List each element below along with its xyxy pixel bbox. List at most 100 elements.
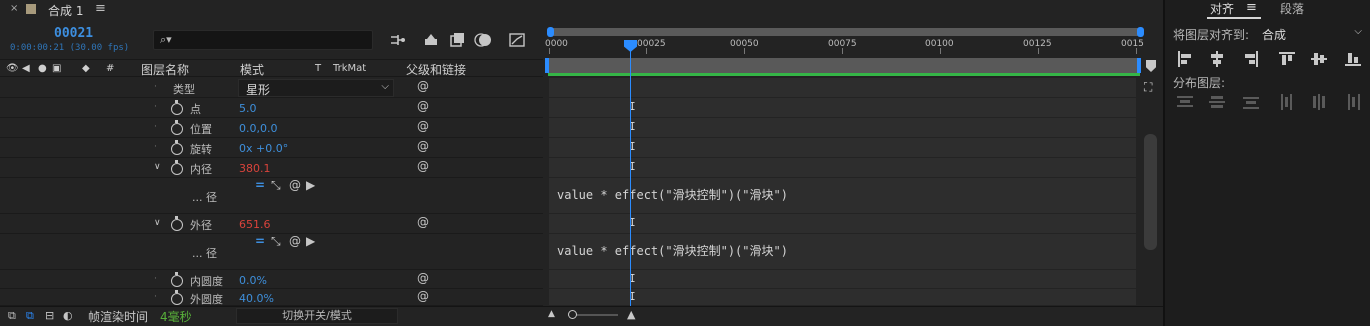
active-tab-underline [1207, 17, 1261, 19]
expression-enable-icon[interactable]: = [255, 178, 265, 192]
property-value[interactable]: 380.1 [239, 162, 271, 175]
expression-graph-icon[interactable]: ⤡ [271, 234, 281, 249]
pick-whip-icon[interactable]: @ [417, 99, 429, 113]
current-time-display[interactable]: 00021 [54, 26, 93, 41]
expression-language-menu-icon[interactable]: ▶ [306, 178, 315, 192]
align-vertical-center-icon[interactable] [1310, 50, 1328, 68]
toggle-switches-modes-button[interactable]: 切换开关/模式 [236, 308, 398, 324]
pick-whip-icon[interactable]: @ [417, 159, 429, 173]
property-row-type: · 类型 星形 ⌵ @ [0, 78, 543, 98]
vertical-scrollbar[interactable] [1144, 134, 1157, 250]
tab-align[interactable]: 对齐 [1210, 0, 1234, 17]
expression-enable-icon[interactable]: = [255, 234, 265, 248]
zoom-slider-handle[interactable] [568, 310, 577, 319]
time-ruler[interactable]: 0000 00025 00050 00075 00100 00125 0015 [545, 27, 1144, 58]
stopwatch-icon[interactable] [171, 160, 183, 175]
timeline-row: I [549, 118, 1136, 138]
property-row-inner-radius: ∨ 内径 380.1 @ [0, 158, 543, 178]
lock-toggle-icon[interactable]: ▣ [52, 63, 61, 74]
panel-menu-icon[interactable]: ≡ [95, 1, 106, 16]
expression-text[interactable]: value * effect("滑块控制")("滑块") [557, 186, 788, 203]
expression-pickwhip-icon[interactable]: @ [289, 178, 301, 192]
property-value[interactable]: 40.0% [239, 292, 274, 305]
distribute-horizontal-center-icon[interactable] [1310, 93, 1328, 111]
stopwatch-icon[interactable] [171, 120, 183, 135]
property-label: 旋转 [190, 143, 212, 156]
expression-language-menu-icon[interactable]: ▶ [306, 234, 315, 248]
navigator-start-handle[interactable] [547, 27, 554, 37]
frame-blending-icon[interactable] [448, 31, 466, 49]
time-navigator-bar[interactable] [547, 27, 1144, 37]
zoom-out-icon[interactable]: ▲ [548, 309, 555, 319]
stopwatch-icon[interactable] [171, 140, 183, 155]
expression-editor-inner[interactable]: value * effect("滑块控制")("滑块") [549, 178, 1136, 214]
property-row-rotation: · 旋转 0x +0.0° @ [0, 138, 543, 158]
property-value[interactable]: 5.0 [239, 102, 257, 115]
draft-3d-icon[interactable] [422, 31, 440, 49]
timeline-row: I [549, 289, 1136, 306]
ruler-tick [940, 48, 941, 54]
property-label: 类型 [173, 83, 195, 96]
layer-switches-icon[interactable]: ⧉ [8, 309, 16, 323]
pick-whip-icon[interactable]: @ [417, 271, 429, 285]
distribute-right-icon[interactable] [1344, 93, 1362, 111]
video-toggle-icon[interactable]: 👁 [6, 63, 19, 74]
expression-graph-icon[interactable]: ⤡ [271, 178, 281, 193]
stopwatch-icon[interactable] [171, 272, 183, 287]
render-time-icon[interactable]: ◐ [63, 309, 73, 322]
align-right-icon[interactable] [1242, 50, 1260, 68]
pick-whip-icon[interactable]: @ [417, 139, 429, 153]
distribute-vertical-center-icon[interactable] [1208, 93, 1226, 111]
property-value[interactable]: 0.0% [239, 274, 267, 287]
solo-toggle-icon[interactable]: ● [38, 63, 47, 74]
pick-whip-icon[interactable]: @ [417, 289, 429, 303]
stopwatch-icon[interactable] [171, 216, 183, 231]
comp-flowchart-icon[interactable] [388, 31, 406, 49]
align-left-icon[interactable] [1176, 50, 1194, 68]
pick-whip-icon[interactable]: @ [417, 215, 429, 229]
align-bottom-icon[interactable] [1344, 50, 1362, 68]
graph-editor-icon[interactable] [508, 31, 526, 49]
pick-whip-icon[interactable]: @ [417, 79, 429, 93]
expression-editor-outer[interactable]: value * effect("滑块控制")("滑块") [549, 234, 1136, 270]
audio-toggle-icon[interactable]: ◀ [22, 63, 30, 74]
motion-blur-icon[interactable] [474, 31, 492, 49]
layer-name-header[interactable]: 图层名称 [141, 61, 189, 78]
distribute-bottom-icon[interactable] [1242, 93, 1260, 111]
close-tab-icon[interactable]: × [10, 3, 18, 14]
property-label: 外径 [190, 219, 212, 232]
distribute-left-icon[interactable] [1278, 93, 1296, 111]
navigator-end-handle[interactable] [1137, 27, 1144, 37]
twirl-down-icon[interactable]: ∨ [154, 218, 161, 228]
timecode-subtext: 0:00:00:21 (30.00 fps) [10, 43, 130, 53]
align-horizontal-center-icon[interactable] [1208, 50, 1226, 68]
property-value[interactable]: 651.6 [239, 218, 271, 231]
align-top-icon[interactable] [1278, 50, 1296, 68]
label-tag-icon: ◆ [82, 63, 90, 74]
panel-menu-icon[interactable]: ≡ [1246, 0, 1257, 15]
property-value[interactable]: 0x +0.0° [239, 142, 288, 155]
work-area-start-handle[interactable] [545, 58, 549, 73]
expression-row-inner: = ⤡ @ ▶ ... 径 [0, 178, 543, 214]
comp-button-icon[interactable]: ⛶ [1144, 80, 1152, 95]
in-out-panel-icon[interactable]: ⊟ [45, 309, 54, 322]
composition-tab-label[interactable]: 合成 1 [48, 2, 83, 19]
tab-paragraph[interactable]: 段落 [1280, 0, 1304, 17]
property-value[interactable]: 0.0,0.0 [239, 122, 277, 135]
mode-header: 模式 [240, 63, 265, 77]
star-type-dropdown[interactable]: 星形 ⌵ [238, 79, 394, 97]
align-to-dropdown[interactable]: 合成 ⌵ [1262, 26, 1366, 43]
zoom-in-icon[interactable]: ▲ [627, 308, 635, 321]
work-area-end-handle[interactable] [1137, 58, 1141, 73]
stopwatch-icon[interactable] [171, 100, 183, 115]
twirl-down-icon[interactable]: ∨ [154, 162, 161, 172]
distribute-top-icon[interactable] [1176, 93, 1194, 111]
ruler-tick-label: 0015 [1121, 39, 1144, 49]
expression-text[interactable]: value * effect("滑块控制")("滑块") [557, 242, 788, 259]
layer-search-input[interactable]: ⌕▾ [153, 30, 373, 50]
expression-pickwhip-icon[interactable]: @ [289, 234, 301, 248]
stopwatch-icon[interactable] [171, 290, 183, 305]
expression-row-outer: = ⤡ @ ▶ ... 径 [0, 234, 543, 270]
transfer-controls-icon[interactable]: ⧉ [26, 309, 34, 323]
pick-whip-icon[interactable]: @ [417, 119, 429, 133]
